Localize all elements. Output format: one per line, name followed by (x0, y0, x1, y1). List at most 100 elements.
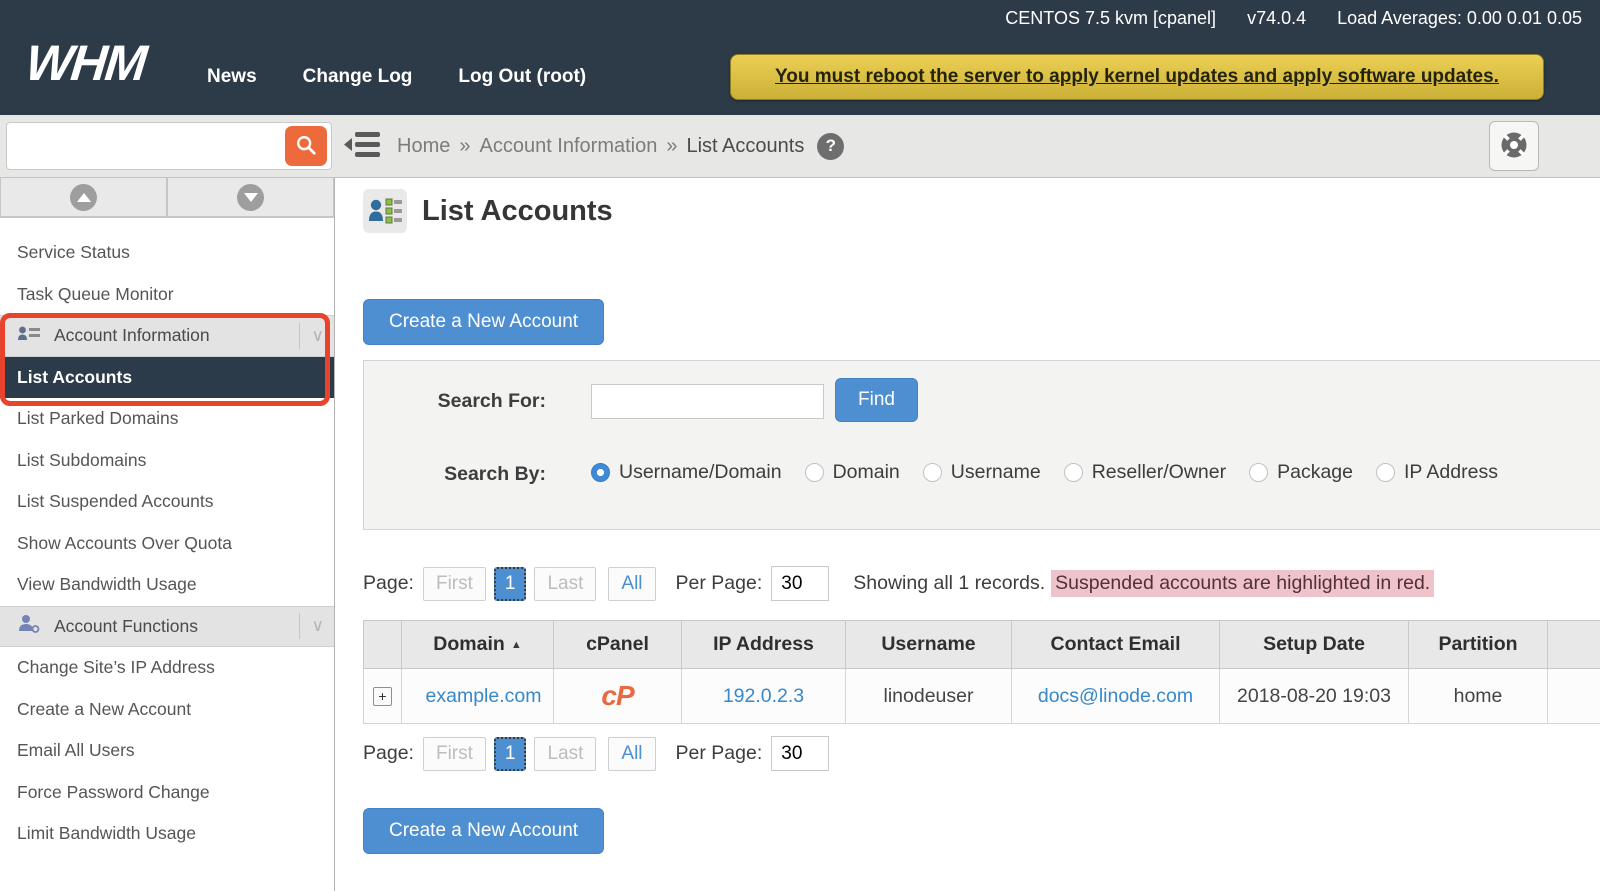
sidebar-section-account-information[interactable]: Account Information ∨ (0, 315, 334, 357)
radio-package[interactable]: Package (1249, 461, 1353, 484)
sidebar-item-label: Task Queue Monitor (17, 284, 174, 305)
search-for-row: Search For: Find (364, 378, 1600, 424)
radio-icon[interactable] (1064, 463, 1083, 482)
page-last-button[interactable]: Last (534, 567, 596, 601)
sidebar-item-create-a-new-account[interactable]: Create a New Account (0, 689, 334, 731)
nav-change-log[interactable]: Change Log (303, 66, 413, 88)
sidebar-item-view-bandwidth-usage[interactable]: View Bandwidth Usage (0, 564, 334, 606)
sidebar-item-force-password-change[interactable]: Force Password Change (0, 772, 334, 814)
ip-address-link[interactable]: 192.0.2.3 (723, 685, 804, 707)
reboot-alert-banner[interactable]: You must reboot the server to apply kern… (730, 54, 1544, 100)
sidebar-item-list-subdomains[interactable]: List Subdomains (0, 440, 334, 482)
help-icon[interactable]: ? (817, 133, 844, 160)
search-for-input[interactable] (591, 384, 824, 419)
server-info: CENTOS 7.5 kvm [cpanel] v74.0.4 Load Ave… (979, 8, 1582, 29)
page-first-button[interactable]: First (423, 737, 486, 771)
whm-version: v74.0.4 (1247, 8, 1306, 28)
domain-link[interactable]: example.com (426, 685, 542, 707)
create-new-account-button-bottom[interactable]: Create a New Account (363, 808, 604, 854)
page-all-button[interactable]: All (608, 567, 655, 601)
sidebar-scroll-up-button[interactable] (0, 178, 167, 217)
sidebar-item-limit-bandwidth-usage[interactable]: Limit Bandwidth Usage (0, 813, 334, 855)
sidebar-section-account-functions[interactable]: Account Functions ∨ (0, 606, 334, 648)
header-cpanel[interactable]: cPanel (554, 621, 682, 669)
sidebar-scroll-down-button[interactable] (167, 178, 334, 217)
contact-email-link[interactable]: docs@linode.com (1038, 685, 1193, 707)
search-panel: Search For: Find Search By: Username/Dom… (363, 360, 1600, 530)
sidebar-item-email-all-users[interactable]: Email All Users (0, 730, 334, 772)
load-averages: Load Averages: 0.00 0.01 0.05 (1337, 8, 1582, 28)
header-expand (364, 621, 402, 669)
sidebar-item-label: List Accounts (17, 367, 132, 388)
sidebar-item-show-accounts-over-quota[interactable]: Show Accounts Over Quota (0, 523, 334, 565)
breadcrumb-home[interactable]: Home (397, 135, 450, 158)
main-content: List Accounts Create a New Account Searc… (336, 178, 1600, 891)
radio-icon[interactable] (1376, 463, 1395, 482)
breadcrumb-account-information[interactable]: Account Information (479, 135, 657, 158)
radio-reseller-owner[interactable]: Reseller/Owner (1064, 461, 1226, 484)
nav-log-out[interactable]: Log Out (root) (458, 66, 586, 88)
breadcrumb-bar: Home » Account Information » List Accoun… (0, 115, 1600, 178)
server-os-label: CENTOS 7.5 kvm [cpanel] (1005, 8, 1216, 28)
lifesaver-icon (1499, 130, 1529, 163)
page-current-button[interactable]: 1 (494, 737, 527, 771)
chevron-down-icon[interactable]: ∨ (312, 326, 324, 346)
radio-icon[interactable] (1249, 463, 1268, 482)
radio-ip-address[interactable]: IP Address (1376, 461, 1498, 484)
sidebar-item-list-suspended-accounts[interactable]: List Suspended Accounts (0, 481, 334, 523)
nav-news[interactable]: News (207, 66, 257, 88)
page-all-button[interactable]: All (608, 737, 655, 771)
cpanel-logo-icon[interactable]: cP (601, 680, 633, 711)
sidebar-item-label: List Suspended Accounts (17, 491, 214, 512)
header-contact-email[interactable]: Contact Email (1012, 621, 1220, 669)
radio-selected-icon[interactable] (591, 463, 610, 482)
arrow-down-icon (237, 184, 264, 211)
page-last-button[interactable]: Last (534, 737, 596, 771)
sidebar-item-change-sites-ip-address[interactable]: Change Site’s IP Address (0, 647, 334, 689)
sidebar-item-task-queue-monitor[interactable]: Task Queue Monitor (0, 274, 334, 316)
sidebar-item-label: Create a New Account (17, 699, 191, 720)
breadcrumb-separator: » (459, 135, 470, 158)
sidebar-item-list-parked-domains[interactable]: List Parked Domains (0, 398, 334, 440)
sidebar-item-list-accounts[interactable]: List Accounts (0, 357, 334, 399)
chevron-down-icon[interactable]: ∨ (312, 616, 324, 636)
sidebar-item-label: Service Status (17, 242, 130, 263)
search-icon (295, 134, 317, 159)
radio-icon[interactable] (805, 463, 824, 482)
setup-date-cell: 2018-08-20 19:03 (1220, 669, 1409, 724)
divider (299, 613, 300, 639)
page-first-button[interactable]: First (423, 567, 486, 601)
section-collapse-control: ∨ (299, 323, 324, 349)
expand-row-button[interactable]: + (373, 687, 392, 706)
sidebar-item-label: List Subdomains (17, 450, 146, 471)
header-setup-date[interactable]: Setup Date (1220, 621, 1409, 669)
search-button[interactable] (285, 126, 327, 166)
collapse-sidebar-icon[interactable] (343, 131, 383, 161)
radio-domain[interactable]: Domain (805, 461, 900, 484)
radio-username[interactable]: Username (923, 461, 1041, 484)
page-current-button[interactable]: 1 (494, 567, 527, 601)
radio-icon[interactable] (923, 463, 942, 482)
header-partition[interactable]: Partition (1409, 621, 1548, 669)
whm-logo[interactable]: WHM (23, 34, 148, 92)
support-button[interactable] (1489, 121, 1539, 171)
find-button[interactable]: Find (835, 378, 918, 422)
search-by-row: Search By: Username/Domain Domain Userna… (364, 461, 1600, 491)
cut-cell (1548, 669, 1600, 724)
sidebar-item-service-status[interactable]: Service Status (0, 232, 334, 274)
radio-label: Domain (833, 461, 900, 484)
header-domain[interactable]: Domain▲ (402, 621, 554, 669)
partition-cell: home (1409, 669, 1548, 724)
radio-username-domain[interactable]: Username/Domain (591, 461, 782, 484)
per-page-label: Per Page: (676, 742, 763, 765)
per-page-input[interactable] (771, 566, 829, 601)
header-username[interactable]: Username (846, 621, 1012, 669)
per-page-input[interactable] (771, 736, 829, 771)
create-new-account-button-top[interactable]: Create a New Account (363, 299, 604, 345)
quick-search-input[interactable] (15, 127, 285, 165)
sort-ascending-icon: ▲ (511, 639, 522, 651)
sidebar: Service Status Task Queue Monitor Accoun… (0, 178, 335, 891)
ip-cell: 192.0.2.3 (682, 669, 846, 724)
radio-label: Package (1277, 461, 1353, 484)
header-ip-address[interactable]: IP Address (682, 621, 846, 669)
